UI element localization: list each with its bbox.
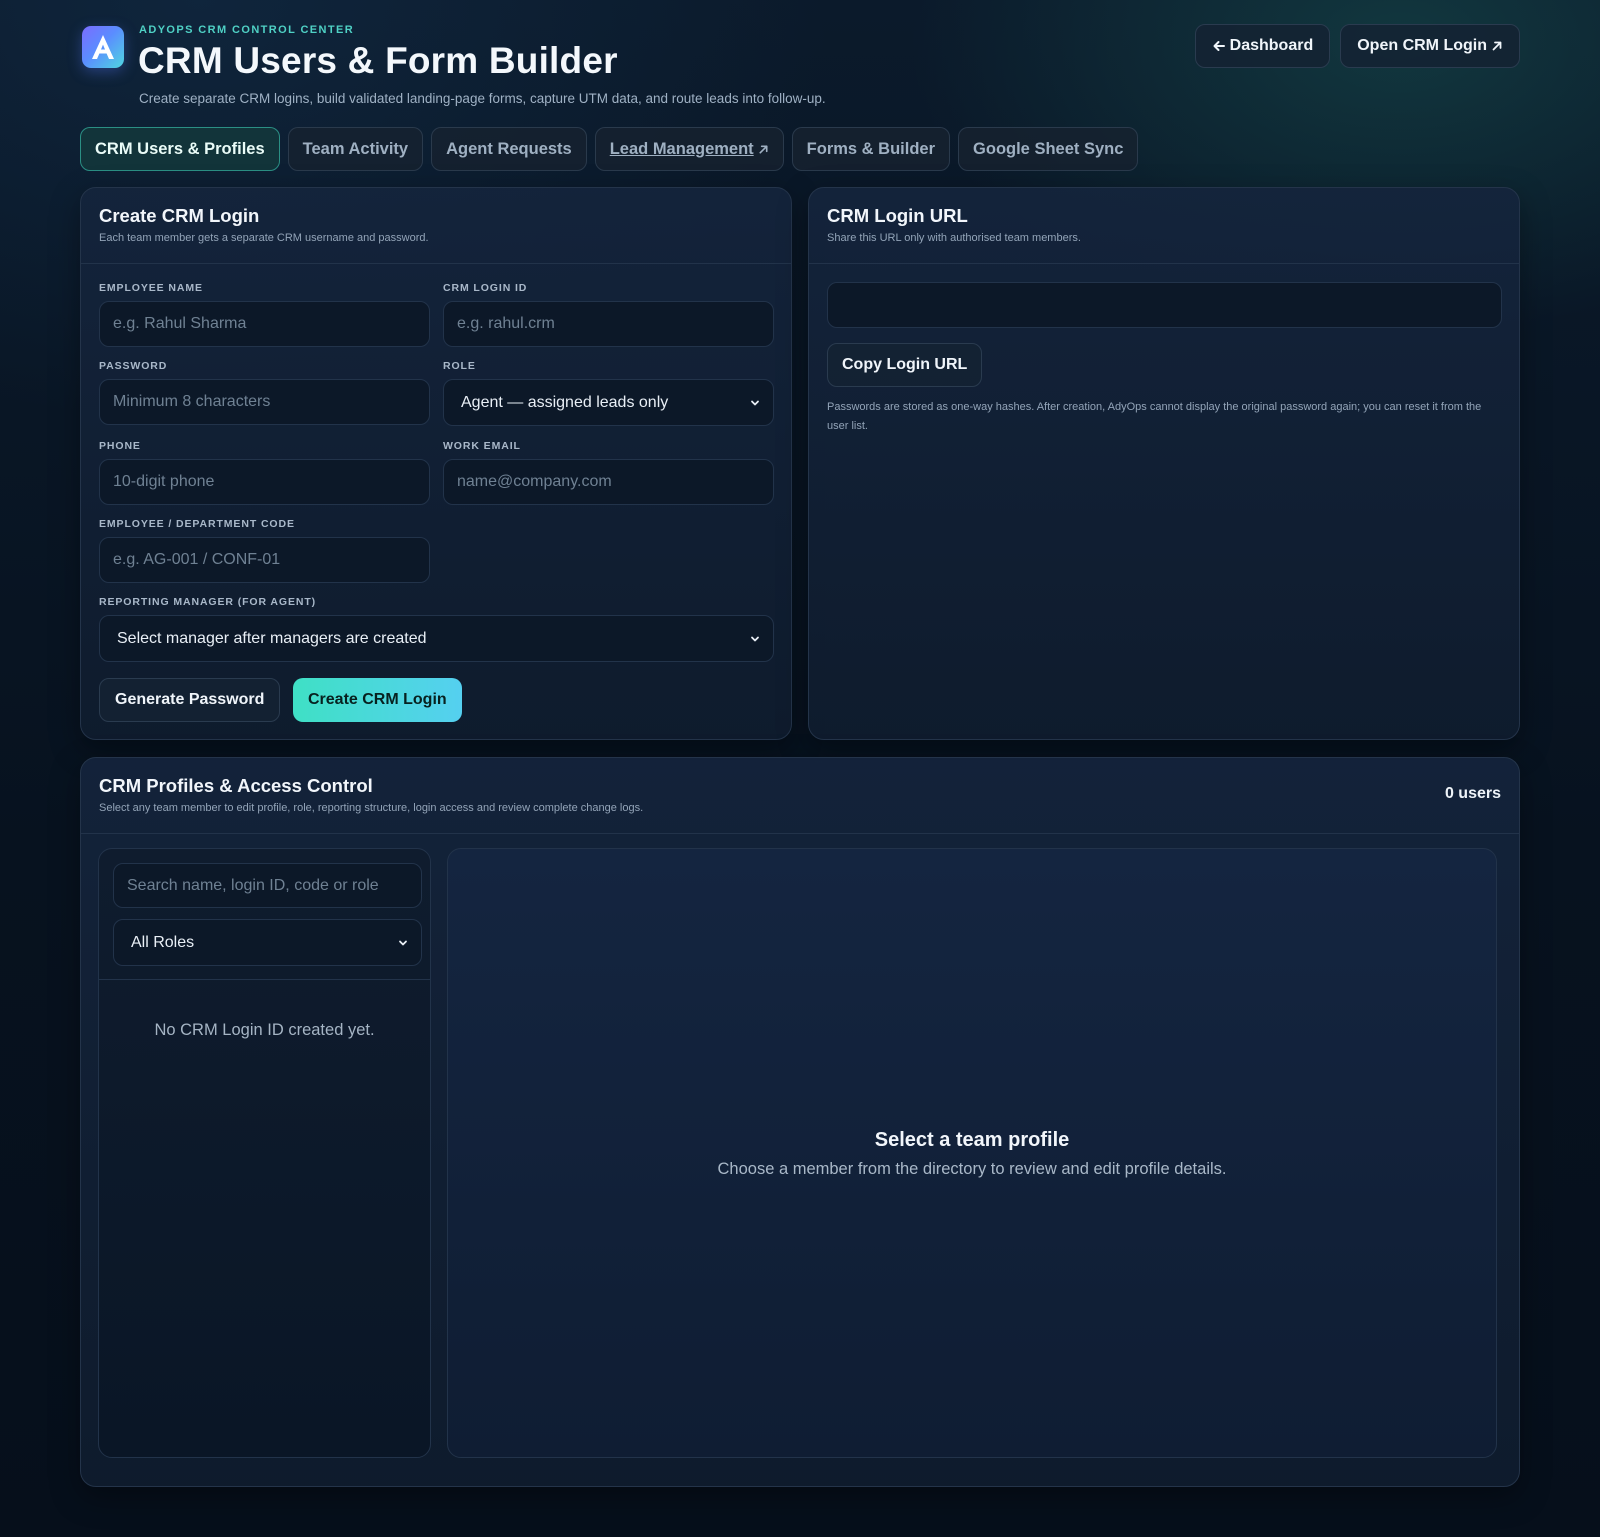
directory-search-input[interactable] [113, 863, 422, 908]
header-actions: Dashboard Open CRM Login [1194, 24, 1520, 68]
card-subtitle: Each team member gets a separate CRM use… [99, 232, 429, 244]
empty-profile-title: Select a team profile [874, 1129, 1070, 1151]
tab-google-sheet-sync[interactable]: Google Sheet Sync [958, 127, 1139, 171]
arrow-left-icon [1213, 41, 1225, 51]
tab-agent-requests[interactable]: Agent Requests [431, 127, 587, 171]
card-subtitle: Select any team member to edit profile, … [99, 802, 644, 814]
create-crm-login-button[interactable]: Create CRM Login [293, 678, 462, 722]
tab-lead-management[interactable]: Lead Management [594, 127, 784, 171]
card-header: Create CRM Login Each team member gets a… [81, 188, 791, 264]
phone-label: PHONE [99, 440, 141, 452]
chevron-down-icon [751, 636, 759, 641]
card-header: CRM Login URL Share this URL only with a… [809, 188, 1519, 264]
adyops-logo-icon [82, 26, 124, 68]
arrow-up-right-icon [759, 144, 768, 154]
dashboard-button[interactable]: Dashboard [1194, 24, 1331, 68]
copy-login-url-label: Copy Login URL [842, 356, 968, 373]
create-login-card: Create CRM Login Each team member gets a… [80, 187, 792, 740]
role-select[interactable]: Agent — assigned leads only [443, 379, 774, 426]
role-label: ROLE [443, 360, 476, 372]
password-label: PASSWORD [99, 360, 168, 372]
role-filter-select[interactable]: All Roles [113, 919, 422, 966]
login-url-card: CRM Login URL Share this URL only with a… [808, 187, 1520, 740]
empty-directory-message: No CRM Login ID created yet. [154, 1021, 375, 1039]
page-subtitle: Create separate CRM logins, build valida… [139, 91, 826, 106]
page-title: CRM Users & Form Builder [138, 40, 618, 81]
generate-password-label: Generate Password [115, 691, 265, 708]
role-select-value: Agent — assigned leads only [461, 393, 669, 411]
chevron-down-icon [751, 400, 759, 405]
tab-label: Team Activity [302, 139, 409, 158]
reporting-manager-select[interactable]: Select manager after managers are create… [99, 615, 774, 662]
generate-password-button[interactable]: Generate Password [99, 678, 281, 722]
login-url-input[interactable] [827, 282, 1502, 328]
main-tabs: CRM Users & Profiles Team Activity Agent… [80, 127, 1139, 171]
dashboard-button-label: Dashboard [1229, 37, 1314, 54]
create-crm-login-label: Create CRM Login [308, 691, 447, 708]
copy-login-url-button[interactable]: Copy Login URL [827, 343, 983, 387]
profiles-card: CRM Profiles & Access Control Select any… [80, 757, 1520, 1487]
empty-profile-subtitle: Choose a member from the directory to re… [717, 1160, 1227, 1178]
chevron-down-icon [399, 940, 407, 945]
tab-team-activity[interactable]: Team Activity [287, 127, 424, 171]
card-title: Create CRM Login [99, 205, 260, 226]
card-header: CRM Profiles & Access Control Select any… [81, 758, 1519, 834]
employee-name-input[interactable] [99, 301, 430, 347]
tab-label: CRM Users & Profiles [95, 139, 265, 158]
department-code-input[interactable] [99, 537, 430, 583]
open-crm-login-label: Open CRM Login [1357, 37, 1487, 54]
page-header: ADYOPS CRM CONTROL CENTER CRM Users & Fo… [80, 24, 1520, 114]
tab-label: Forms & Builder [806, 139, 936, 158]
tab-forms-builder[interactable]: Forms & Builder [791, 127, 951, 171]
password-input[interactable] [99, 379, 430, 425]
password-hash-note: Passwords are stored as one-way hashes. … [827, 401, 1482, 432]
reporting-manager-value: Select manager after managers are create… [117, 629, 427, 647]
work-email-label: WORK EMAIL [443, 440, 521, 452]
role-filter-value: All Roles [131, 933, 195, 951]
department-code-label: EMPLOYEE / DEPARTMENT CODE [99, 518, 295, 530]
card-title: CRM Profiles & Access Control [99, 775, 373, 796]
work-email-input[interactable] [443, 459, 774, 505]
reporting-manager-label: REPORTING MANAGER (FOR AGENT) [99, 596, 317, 608]
team-directory: All Roles No CRM Login ID created yet. [98, 848, 431, 1458]
arrow-up-right-icon [1492, 41, 1502, 51]
open-crm-login-button[interactable]: Open CRM Login [1340, 24, 1520, 68]
tab-label: Lead Management [609, 139, 754, 158]
tab-crm-users-profiles[interactable]: CRM Users & Profiles [80, 127, 280, 171]
tab-label: Google Sheet Sync [973, 139, 1124, 158]
crm-login-id-input[interactable] [443, 301, 774, 347]
crm-login-id-label: CRM LOGIN ID [443, 282, 528, 294]
divider [99, 979, 430, 980]
users-count: 0 users [1444, 785, 1501, 802]
app-eyebrow: ADYOPS CRM CONTROL CENTER [139, 24, 355, 36]
card-title: CRM Login URL [827, 205, 968, 226]
employee-name-label: EMPLOYEE NAME [99, 282, 203, 294]
profile-detail-panel: Select a team profile Choose a member fr… [447, 848, 1497, 1458]
card-subtitle: Share this URL only with authorised team… [827, 232, 1081, 244]
tab-label: Agent Requests [446, 139, 572, 158]
phone-input[interactable] [99, 459, 430, 505]
